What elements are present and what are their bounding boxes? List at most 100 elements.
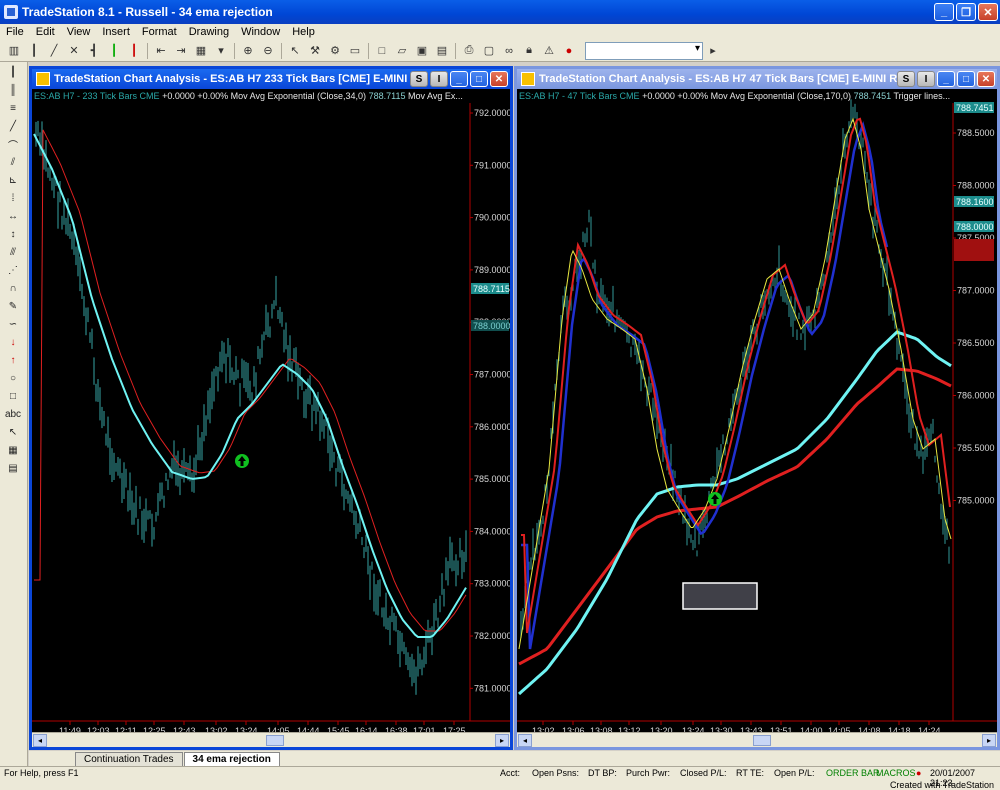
chart-maximize-button[interactable]: □ (957, 71, 975, 87)
menu-help[interactable]: Help (286, 26, 321, 38)
rectangle-icon[interactable]: □ (3, 388, 23, 404)
hammer-icon[interactable]: ⚙ (327, 43, 343, 59)
symbol-combo[interactable] (585, 41, 703, 60)
chevron-down-icon[interactable]: ▾ (213, 43, 229, 59)
price-chart-47[interactable]: 788.5000788.0000787.5000787.0000786.5000… (517, 89, 997, 753)
open-icon[interactable]: ▱ (394, 43, 410, 59)
speed-lines-icon[interactable]: ⋰ (3, 262, 23, 278)
chart-window-233-tick[interactable]: TradeStation Chart Analysis - ES:AB H7 2… (29, 66, 513, 750)
symbol-link-button[interactable]: S (410, 71, 428, 87)
move-left-icon[interactable]: ⇤ (153, 43, 169, 59)
lock-icon[interactable]: 🔒︎ (521, 43, 537, 59)
arrow-down-icon[interactable]: ↓ (3, 334, 23, 350)
point-figure-icon[interactable]: ✕ (66, 43, 82, 59)
menu-insert[interactable]: Insert (96, 26, 136, 38)
save-icon[interactable]: ▣ (414, 43, 430, 59)
status-macros[interactable]: MACROS (876, 768, 916, 778)
move-right-icon[interactable]: ⇥ (173, 43, 189, 59)
chart-minimize-button[interactable]: _ (937, 71, 955, 87)
interval-link-button[interactable]: I (430, 71, 448, 87)
status-order-bar[interactable]: ORDER BAR (826, 768, 880, 778)
arc-icon[interactable]: ⌒ (3, 136, 23, 152)
pen-icon[interactable]: ✎ (3, 298, 23, 314)
close-button[interactable]: ✕ (978, 3, 998, 21)
price-bars (35, 120, 467, 695)
price-axis-label: 786.0000 (474, 422, 510, 432)
ema-price-text: 788.1600 (956, 197, 994, 207)
fib-icon[interactable]: ⁞ (3, 190, 23, 206)
red-price-tag (954, 239, 994, 261)
preview-icon[interactable]: ▢ (481, 43, 497, 59)
trendline-icon[interactable]: ╱ (3, 118, 23, 134)
vertical-arrow-icon[interactable]: ↕ (3, 226, 23, 242)
minimize-button[interactable]: _ (934, 3, 954, 21)
link-icon[interactable]: ∞ (501, 43, 517, 59)
bar-icon[interactable]: ┃ (3, 64, 23, 80)
pointer-icon[interactable]: ↖ (287, 43, 303, 59)
cursor-icon[interactable]: ↖ (3, 424, 23, 440)
alert-icon[interactable]: ⚠ (541, 43, 557, 59)
menu-drawing[interactable]: Drawing (183, 26, 235, 38)
chart-close-button[interactable]: ✕ (977, 71, 995, 87)
kagi-icon[interactable]: ┫ (86, 43, 102, 59)
chart-hscrollbar[interactable]: ◂ ▸ (517, 732, 997, 747)
scroll-thumb[interactable] (266, 735, 284, 746)
bars-icon[interactable]: ║ (3, 82, 23, 98)
menu-view[interactable]: View (61, 26, 97, 38)
insert-chart-icon[interactable]: ▦ (193, 43, 209, 59)
chart-maximize-button[interactable]: □ (470, 71, 488, 87)
parallel-icon[interactable]: ⫻ (3, 244, 23, 260)
menu-window[interactable]: Window (235, 26, 286, 38)
zoom-in-icon[interactable]: ⊕ (240, 43, 256, 59)
candle-red-icon[interactable]: ┃ (126, 43, 142, 59)
chart-icon[interactable]: ▦ (3, 442, 23, 458)
annotation-rectangle[interactable] (682, 582, 758, 610)
step-icon[interactable]: ⊾ (3, 172, 23, 188)
menu-format[interactable]: Format (136, 26, 183, 38)
circle-icon[interactable]: ○ (3, 370, 23, 386)
menu-bar: File Edit View Insert Format Drawing Win… (0, 24, 1000, 40)
line-chart-icon[interactable]: ╱ (46, 43, 62, 59)
maximize-button[interactable]: ❐ (956, 3, 976, 21)
candle-icon[interactable]: ┃ (26, 43, 42, 59)
app-title: TradeStation 8.1 - Russell - 34 ema reje… (22, 5, 273, 19)
menu-edit[interactable]: Edit (30, 26, 61, 38)
arrow-up-icon[interactable]: ↑ (3, 352, 23, 368)
price-axis-label: 787.0000 (957, 286, 995, 296)
price-chart-233[interactable]: 792.0000 791.0000 790.0000 789.0000 788.0000… (32, 89, 510, 753)
scroll-left-button[interactable]: ◂ (33, 734, 47, 747)
tab-34-ema-rejection[interactable]: 34 ema rejection (183, 752, 280, 766)
tools-icon[interactable]: ⚒ (307, 43, 323, 59)
scroll-right-button[interactable]: ▸ (982, 734, 996, 747)
channel-icon[interactable]: ⫽ (3, 154, 23, 170)
arc-cycle-icon[interactable]: ∩ (3, 280, 23, 296)
grid-icon[interactable]: ▤ (3, 460, 23, 476)
bar-chart-icon[interactable]: ▥ (6, 43, 22, 59)
print-icon[interactable]: ⎙ (461, 43, 477, 59)
curve-icon[interactable]: ∽ (3, 316, 23, 332)
buy-signal-icon (708, 492, 722, 506)
chart-hscrollbar[interactable]: ◂ ▸ (32, 732, 510, 747)
save-all-icon[interactable]: ▤ (434, 43, 450, 59)
toolbar-separator (147, 42, 148, 59)
candle-green-icon[interactable]: ┃ (106, 43, 122, 59)
color-icon[interactable]: ● (561, 43, 577, 59)
scroll-right-button[interactable]: ▸ (495, 734, 509, 747)
new-icon[interactable]: □ (374, 43, 390, 59)
chart-window-47-tick[interactable]: TradeStation Chart Analysis - ES:AB H7 4… (514, 66, 1000, 750)
scroll-left-button[interactable]: ◂ (518, 734, 532, 747)
tab-continuation-trades[interactable]: Continuation Trades (75, 752, 183, 766)
play-icon[interactable]: ▸ (705, 43, 721, 59)
chart-close-button[interactable]: ✕ (490, 71, 508, 87)
chart-minimize-button[interactable]: _ (450, 71, 468, 87)
zoom-out-icon[interactable]: ⊖ (260, 43, 276, 59)
menu-file[interactable]: File (0, 26, 30, 38)
interval-link-button[interactable]: I (917, 71, 935, 87)
ruler-icon[interactable]: ▭ (347, 43, 363, 59)
horizontal-arrow-icon[interactable]: ↔ (3, 208, 23, 224)
scroll-thumb[interactable] (753, 735, 771, 746)
symbol-link-button[interactable]: S (897, 71, 915, 87)
price-axis-label: 786.5000 (957, 338, 995, 348)
text-icon[interactable]: abc (3, 406, 23, 422)
line-icon[interactable]: ≡ (3, 100, 23, 116)
